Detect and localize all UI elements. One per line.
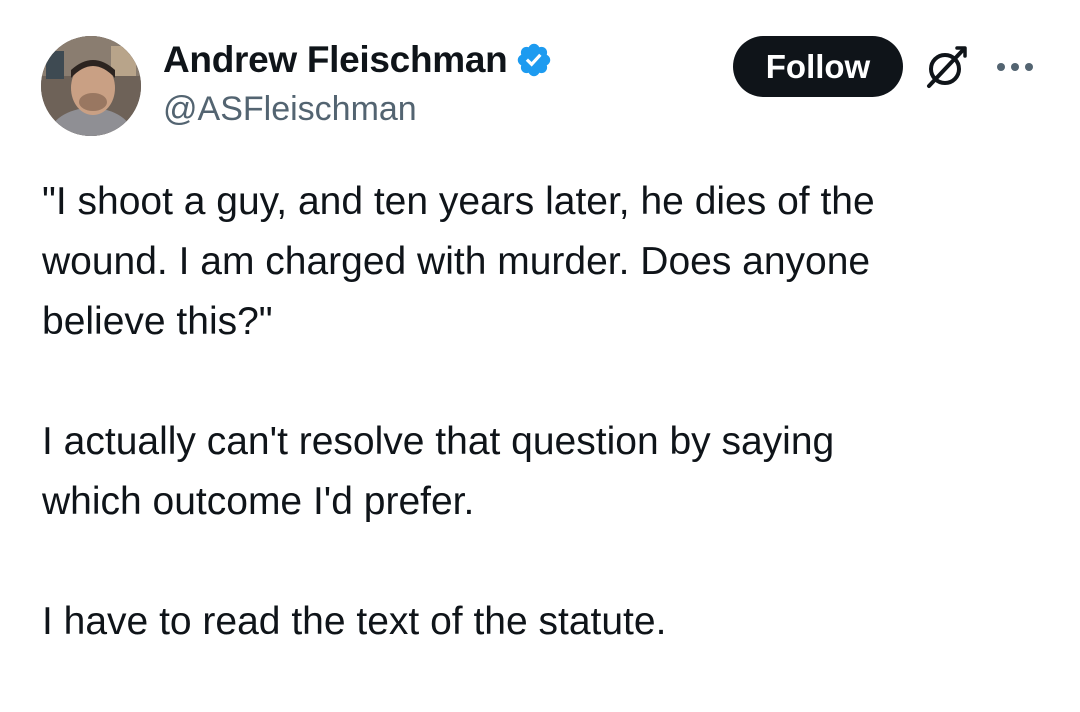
tweet-paragraph: I have to read the text of the statute. [42,592,1042,652]
tweet-line: which outcome I'd prefer. [42,480,475,523]
tweet: Andrew Fleischman @ASFleischman Follow " [0,0,1080,665]
tweet-line: I have to read the text of the statute. [42,600,667,643]
author-handle[interactable]: @ASFleischman [163,90,553,129]
tweet-line: believe this?" [42,300,273,343]
tweet-paragraph: I actually can't resolve that question b… [42,412,1042,532]
avatar[interactable] [41,36,141,136]
verified-badge-icon [515,41,553,79]
tweet-line: "I shoot a guy, and ten years later, he … [42,180,875,223]
tweet-line: I actually can't resolve that question b… [42,420,835,463]
author-info: Andrew Fleischman @ASFleischman [163,38,553,129]
author-name-row: Andrew Fleischman [163,38,553,82]
more-icon[interactable] [995,60,1035,72]
author-display-name[interactable]: Andrew Fleischman [163,39,508,81]
follow-button[interactable]: Follow [733,36,903,97]
tweet-paragraph: "I shoot a guy, and ten years later, he … [42,172,1042,352]
tweet-line: wound. I am charged with murder. Does an… [42,240,871,283]
tweet-text: "I shoot a guy, and ten years later, he … [42,172,1042,712]
grok-icon[interactable] [923,44,971,90]
